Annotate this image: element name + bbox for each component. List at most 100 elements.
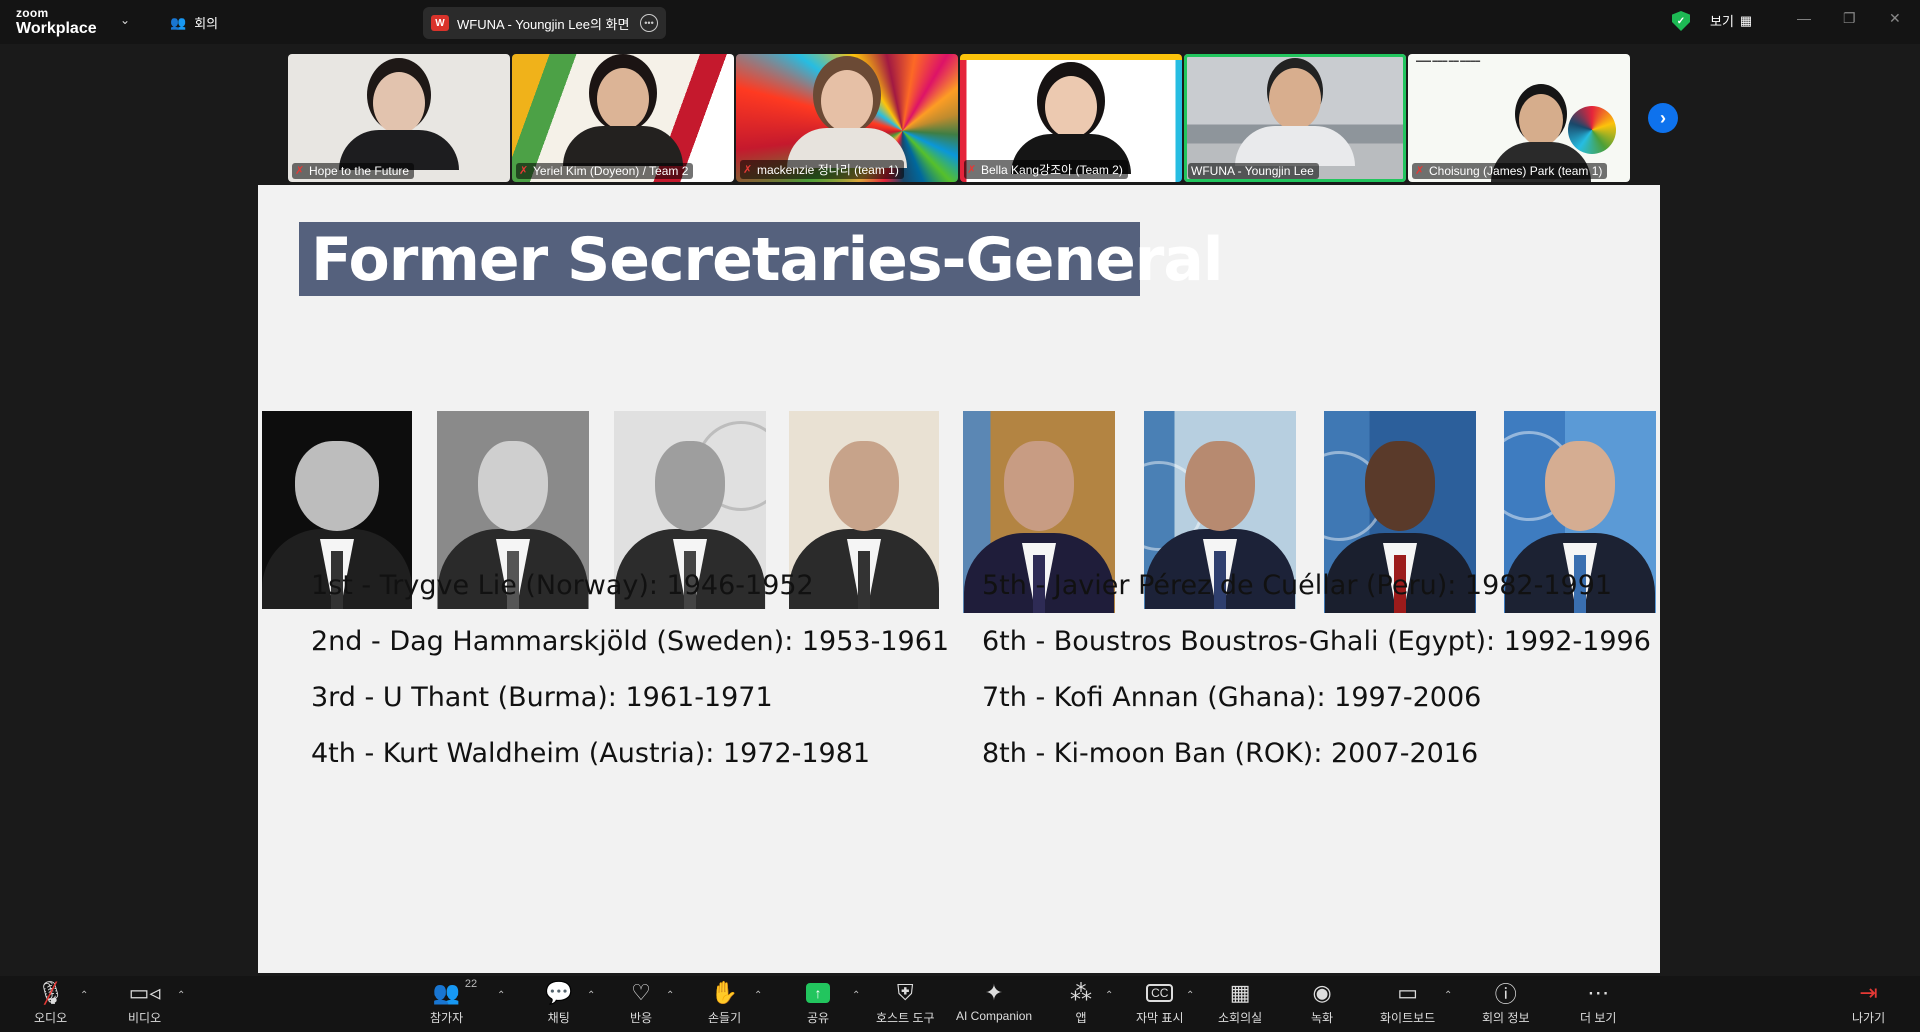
audio-button[interactable]: 🎙 ╱ 오디오: [34, 980, 67, 1026]
grid-view-icon: ▦: [1739, 12, 1753, 28]
raise-hand-options-caret-icon[interactable]: ⌃: [754, 990, 762, 1001]
record-button[interactable]: ◉ 녹화: [1311, 980, 1333, 1026]
participant-tile[interactable]: ✗ Hope to the Future: [288, 54, 510, 182]
participant-name: Yeriel Kim (Doyeon) / Team 2: [533, 164, 689, 178]
leave-label: 나가기: [1852, 1011, 1886, 1025]
list-item: 3rd - U Thant (Burma): 1961-1971: [311, 682, 773, 713]
restore-icon[interactable]: ❐: [1843, 10, 1856, 27]
mic-muted-icon: ✗: [295, 165, 305, 177]
slide-title-bar: Former Secretaries-General: [299, 222, 1223, 296]
leave-button[interactable]: ⇥ 나가기: [1852, 980, 1885, 1026]
next-page-button[interactable]: ›: [1648, 103, 1678, 133]
raise-hand-label: 손들기: [708, 1011, 742, 1025]
more-options-icon[interactable]: •••: [640, 14, 658, 32]
breakout-label: 소회의실: [1218, 1011, 1263, 1025]
participant-name: Bella Kang강조아 (Team 2): [981, 163, 1123, 177]
captions-button[interactable]: CC 자막 표시: [1136, 980, 1184, 1026]
more-icon: ⋯: [1587, 980, 1610, 1005]
title-bar: zoom Workplace ⌄ 👥 회의 W WFUNA - Youngjin…: [0, 0, 1920, 44]
participant-name: Hope to the Future: [309, 164, 410, 178]
app-badge-icon: W: [431, 15, 449, 31]
video-options-caret-icon[interactable]: ⌃: [177, 990, 185, 1001]
chat-options-caret-icon[interactable]: ⌃: [587, 990, 595, 1001]
apps-options-caret-icon[interactable]: ⌃: [1105, 990, 1113, 1001]
participant-tile[interactable]: ✗ Bella Kang강조아 (Team 2): [960, 54, 1182, 182]
video-label: 비디오: [128, 1011, 162, 1025]
participant-name: mackenzie 정나리 (team 1): [757, 163, 899, 177]
participant-tile-active-speaker[interactable]: WFUNA - Youngjin Lee: [1184, 54, 1406, 182]
reactions-options-caret-icon[interactable]: ⌃: [666, 990, 674, 1001]
audio-options-caret-icon[interactable]: ⌃: [80, 990, 88, 1001]
mic-muted-icon: ✗: [743, 163, 753, 176]
grid-icon: ▦: [1229, 980, 1251, 1005]
apps-label: 앱: [1075, 1011, 1087, 1025]
participant-tile[interactable]: ▬▬▬ ▬▬▬ ▬▬ ▬▬▬▬ ✗ Choisung (James) Park (…: [1408, 54, 1630, 182]
encryption-shield-icon[interactable]: ✓: [1672, 11, 1690, 31]
whiteboard-label: 화이트보드: [1380, 1011, 1436, 1025]
chat-icon: 💬: [545, 980, 573, 1005]
list-item: 1st - Trygve Lie (Norway): 1946-1952: [311, 570, 814, 601]
list-item: 4th - Kurt Waldheim (Austria): 1972-1981: [311, 738, 871, 769]
ai-companion-label: AI Companion: [956, 1009, 1033, 1023]
cc-icon: CC: [1146, 980, 1174, 1006]
whiteboard-button[interactable]: ▭ 화이트보드: [1380, 980, 1435, 1026]
reactions-button[interactable]: ♡ 반응: [630, 980, 652, 1026]
participant-name-tag: ✗ Yeriel Kim (Doyeon) / Team 2: [516, 163, 694, 179]
ai-companion-button[interactable]: ✦ AI Companion: [956, 980, 1032, 1023]
host-tools-label: 호스트 도구: [876, 1011, 935, 1025]
right-list: 5th - Javier Pérez de Cuéllar (Peru): 19…: [982, 558, 1651, 782]
participant-name-tag: ✗ mackenzie 정나리 (team 1): [740, 160, 904, 179]
close-icon[interactable]: ✕: [1889, 10, 1901, 27]
participant-strip: ✗ Hope to the Future ✗ Yeriel Kim (Doyeon)…: [288, 54, 1633, 182]
list-item: 2nd - Dag Hammarskjöld (Sweden): 1953-19…: [311, 626, 950, 657]
info-icon: ⓘ: [1494, 982, 1517, 1007]
whiteboard-options-caret-icon[interactable]: ⌃: [1444, 990, 1452, 1001]
participant-tile[interactable]: ✗ mackenzie 정나리 (team 1): [736, 54, 958, 182]
minimize-icon[interactable]: —: [1797, 10, 1811, 26]
participants-options-caret-icon[interactable]: ⌃: [497, 990, 505, 1001]
video-button[interactable]: ▭◃ 비디오: [128, 980, 161, 1026]
meeting-info-button[interactable]: ⓘ 회의 정보: [1482, 980, 1530, 1026]
hand-icon: ✋: [710, 980, 739, 1005]
participant-tile[interactable]: ✗ Yeriel Kim (Doyeon) / Team 2: [512, 54, 734, 182]
raise-hand-button[interactable]: ✋ 손들기: [708, 980, 741, 1026]
screen-share-tab[interactable]: W WFUNA - Youngjin Lee의 화면 •••: [423, 7, 666, 39]
list-item: 6th - Boustros Boustros-Ghali (Egypt): 1…: [982, 626, 1651, 657]
share-options-caret-icon[interactable]: ⌃: [852, 990, 860, 1001]
list-item: 8th - Ki-moon Ban (ROK): 2007-2016: [982, 738, 1479, 769]
chevron-down-icon[interactable]: ⌄: [120, 13, 130, 27]
captions-options-caret-icon[interactable]: ⌃: [1186, 990, 1194, 1001]
mic-muted-icon: ✗: [967, 163, 977, 176]
heart-icon: ♡: [631, 980, 651, 1005]
participant-name-tag: WFUNA - Youngjin Lee: [1188, 163, 1319, 179]
list-item: 5th - Javier Pérez de Cuéllar (Peru): 19…: [982, 570, 1613, 601]
apps-icon: ⁂: [1070, 980, 1092, 1005]
share-button[interactable]: ↑ 공유: [806, 980, 830, 1026]
shield-icon: ⛨: [897, 980, 914, 1005]
more-button[interactable]: ⋯ 더 보기: [1580, 980, 1616, 1026]
zoom-workplace-logo: zoom Workplace: [16, 7, 97, 37]
meeting-tab[interactable]: 👥 회의: [170, 13, 218, 32]
zoom-window: { "app": { "brand_top": "zoom", "brand_b…: [0, 0, 1920, 1032]
participant-count: 22: [464, 978, 478, 990]
share-tab-label: WFUNA - Youngjin Lee의 화면: [457, 16, 630, 32]
captions-label: 자막 표시: [1136, 1011, 1184, 1025]
chat-button[interactable]: 💬 채팅: [545, 980, 572, 1026]
apps-button[interactable]: ⁂ 앱: [1070, 980, 1092, 1026]
participant-name-tag: ✗ Bella Kang강조아 (Team 2): [964, 160, 1128, 179]
participant-name-tag: ✗ Choisung (James) Park (team 1): [1412, 163, 1608, 179]
participants-button[interactable]: 👥 22 참가자: [430, 978, 477, 1026]
people-icon: 👥: [170, 14, 187, 30]
meeting-tab-label: 회의: [194, 16, 219, 31]
more-label: 더 보기: [1580, 1011, 1617, 1025]
camera-icon: ▭◃: [128, 980, 161, 1005]
sparkle-icon: ✦: [984, 980, 1004, 1005]
host-tools-button[interactable]: ⛨ 호스트 도구: [876, 980, 935, 1026]
mic-muted-icon: ✗: [1415, 165, 1425, 177]
chat-label: 채팅: [547, 1011, 570, 1025]
mic-muted-icon: 🎙 ╱: [36, 980, 65, 1005]
view-button[interactable]: 보기 ▦: [1710, 11, 1752, 30]
record-icon: ◉: [1312, 980, 1332, 1005]
breakout-rooms-button[interactable]: ▦ 소회의실: [1218, 980, 1262, 1026]
leave-icon: ⇥: [1859, 980, 1878, 1005]
